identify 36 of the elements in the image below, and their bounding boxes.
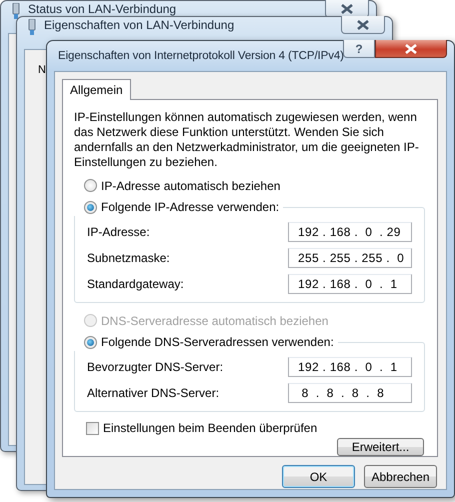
field-label: Alternativer DNS-Server: <box>87 386 220 400</box>
ip-address-field[interactable]: 255 . 255 . 255 . 0 <box>288 248 412 268</box>
ip-address-field[interactable]: 192 . 168 . 0 . 1 <box>288 357 412 378</box>
close-button[interactable] <box>341 16 385 34</box>
ip-address-field[interactable]: 192 . 168 . 0 . 29 <box>288 222 412 242</box>
dialog-button[interactable]: OK <box>282 465 355 488</box>
radio-label: IP-Adresse automatisch beziehen <box>101 178 280 193</box>
radio-label: Folgende DNS-Serveradressen verwenden: <box>101 335 334 350</box>
radio-button[interactable] <box>84 179 97 192</box>
help-button[interactable]: ? <box>343 40 375 58</box>
tab[interactable]: Allgemein <box>62 79 131 100</box>
radio-button[interactable] <box>84 200 97 214</box>
field-label: Bevorzugter DNS-Server: <box>87 360 224 374</box>
advanced-button[interactable]: Erweitert... <box>337 438 424 456</box>
checkbox-label: Einstellungen beim Beenden überprüfen <box>103 421 318 436</box>
window-title: Status von LAN-Verbindung <box>28 3 176 16</box>
tab[interactable]: N <box>38 64 46 77</box>
window-title: Eigenschaften von LAN-Verbindung <box>44 19 234 32</box>
close-icon <box>356 20 370 30</box>
field-label: Subnetzmaske: <box>87 251 170 266</box>
dialog-button[interactable]: Abbrechen <box>364 465 437 488</box>
close-icon <box>403 44 419 54</box>
field-label: Standardgateway: <box>87 277 184 292</box>
field-label: IP-Adresse: <box>87 225 150 240</box>
ip-address-field[interactable]: 8 . 8 . 8 . 8 <box>288 383 412 404</box>
network-adapter-icon <box>28 19 36 35</box>
close-button[interactable] <box>375 40 447 58</box>
close-icon <box>340 4 354 14</box>
checkbox[interactable] <box>86 422 99 435</box>
description-text: IP-Einstellungen können automatisch zugewiesen werden, wenn das Netzwerk diese Funktion unterstützt. Wenden Sie sich andernfalls an den Netzwerkadministrator, um die geeigneten IP-Einstellungen zu beziehen. <box>74 110 420 170</box>
ip-address-field[interactable]: 192 . 168 . 0 . 1 <box>288 274 412 294</box>
radio-label: Folgende IP-Adresse verwenden: <box>101 200 280 214</box>
radio-button[interactable] <box>84 336 97 349</box>
radio-label: DNS-Serveradresse automatisch beziehen <box>101 314 328 328</box>
window-title: Eigenschaften von Internetprotokoll Version 4 (TCP/IPv4) <box>58 50 344 62</box>
network-adapter-icon <box>12 3 20 19</box>
